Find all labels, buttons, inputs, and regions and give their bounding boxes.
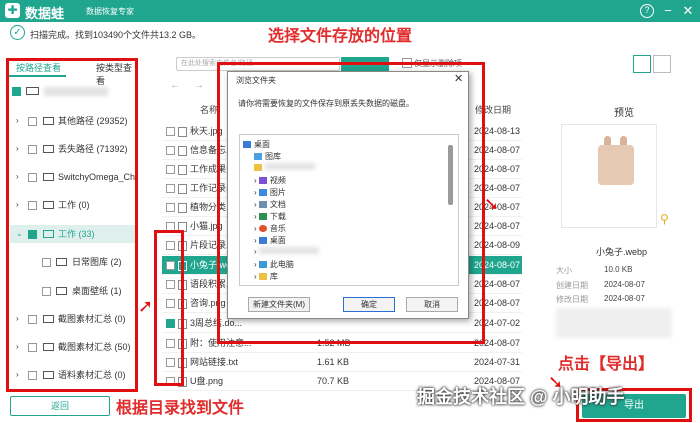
preview-created: 2024-08-07 bbox=[604, 280, 645, 289]
arrow-down-right-icon: ➘ bbox=[484, 194, 500, 214]
annotation-find-by-directory: 根据目录找到文件 bbox=[116, 400, 245, 417]
file-size: 1.61 KB bbox=[317, 357, 350, 367]
app-name: 数据蛙 bbox=[25, 6, 65, 21]
app-subtitle: 数据恢复专家 bbox=[86, 7, 134, 16]
file-icon bbox=[178, 203, 187, 213]
row-checkbox[interactable] bbox=[166, 146, 175, 155]
highlight-box-tree bbox=[6, 58, 138, 392]
preview-modified-label: 修改日期 bbox=[556, 295, 588, 304]
preview-created-label: 创建日期 bbox=[556, 281, 588, 290]
title-bar: ✚ 数据蛙 数据恢复专家 ? − ✕ bbox=[0, 0, 700, 22]
preview-size-label: 大小 bbox=[556, 266, 572, 275]
app-logo-icon: ✚ bbox=[5, 3, 20, 18]
preview-size: 10.0 KB bbox=[604, 265, 633, 274]
preview-blurred-area bbox=[556, 308, 672, 338]
row-checkbox[interactable] bbox=[166, 184, 175, 193]
file-name: 网站链接.txt bbox=[190, 357, 239, 367]
help-icon[interactable]: ? bbox=[640, 4, 654, 18]
table-row[interactable]: 网站链接.txt 1.61 KB 2024-07-31 bbox=[162, 353, 522, 372]
column-name-header[interactable]: 名称 bbox=[200, 103, 218, 116]
file-icon bbox=[178, 127, 187, 137]
scan-status: 扫描完成。找到103490个文件共13.2 GB。 bbox=[30, 30, 202, 40]
watermark: 掘金技术社区 @ 小明助手 bbox=[417, 387, 625, 407]
preview-title: 预览 bbox=[614, 108, 634, 119]
file-date: 2024-07-31 bbox=[474, 357, 521, 367]
preview-filename: 小兔子.webp bbox=[596, 247, 648, 257]
minimize-button[interactable]: − bbox=[659, 2, 677, 20]
file-icon bbox=[178, 165, 187, 175]
zoom-icon[interactable]: ⚲ bbox=[660, 212, 669, 226]
highlight-box-checkboxes bbox=[154, 230, 184, 386]
preview-modified: 2024-08-07 bbox=[604, 294, 645, 303]
list-view-icon[interactable] bbox=[653, 55, 671, 73]
file-icon bbox=[178, 184, 187, 194]
file-name: U盘.png bbox=[190, 376, 224, 386]
back-arrow-icon[interactable]: ← bbox=[170, 80, 180, 91]
annotation-select-location: 选择文件存放的位置 bbox=[268, 28, 413, 45]
forward-arrow-icon[interactable]: → bbox=[194, 80, 204, 91]
arrow-right-icon: ➚ bbox=[138, 296, 154, 316]
file-icon bbox=[178, 146, 187, 156]
file-size: 70.7 KB bbox=[317, 376, 350, 386]
check-circle-icon: ✓ bbox=[10, 25, 25, 40]
row-checkbox[interactable] bbox=[166, 127, 175, 136]
rabbit-image bbox=[598, 145, 634, 185]
close-button[interactable]: ✕ bbox=[679, 2, 697, 20]
highlight-box-dialog bbox=[217, 62, 485, 344]
row-checkbox[interactable] bbox=[166, 165, 175, 174]
back-button[interactable]: 返回 bbox=[10, 396, 110, 416]
grid-view-icon[interactable] bbox=[633, 55, 651, 73]
row-checkbox[interactable] bbox=[166, 203, 175, 212]
annotation-click-export: 点击【导出】 bbox=[558, 356, 655, 373]
